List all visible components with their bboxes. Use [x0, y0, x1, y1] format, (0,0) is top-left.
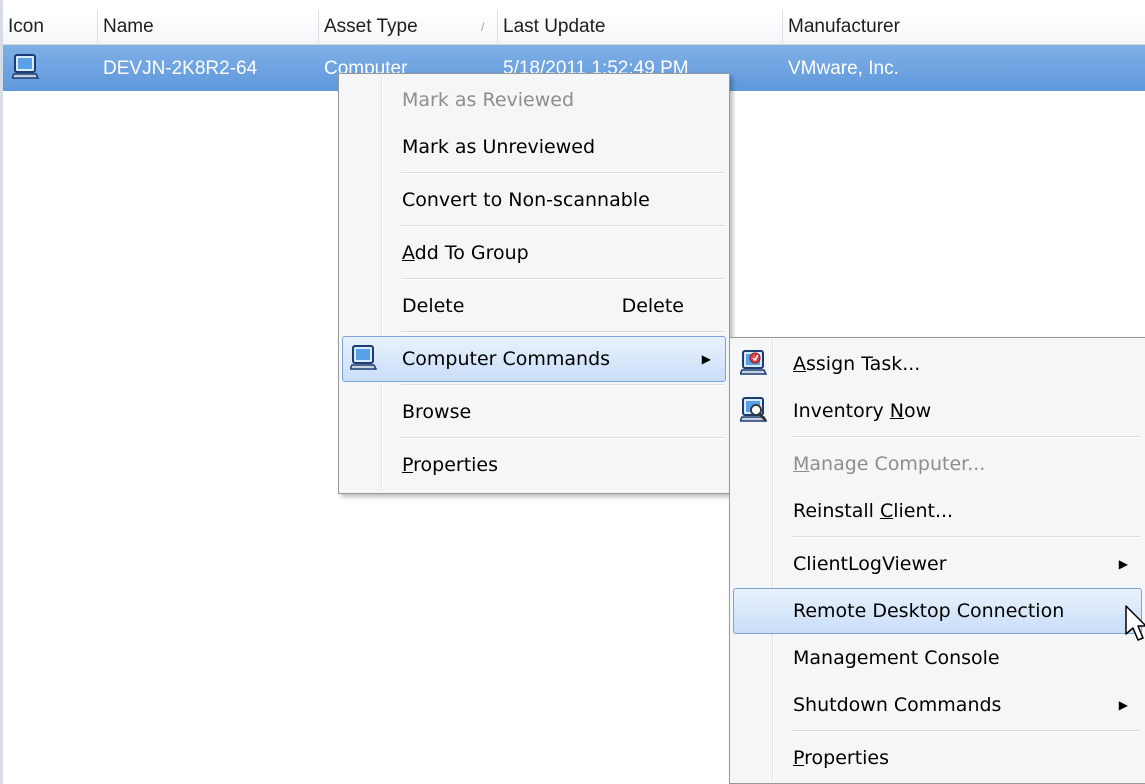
- menu-item-properties[interactable]: Properties: [342, 442, 726, 488]
- submenu-arrow-icon: ▶: [1118, 698, 1128, 712]
- menu-separator: [401, 437, 725, 439]
- column-header-last-update[interactable]: Last Update: [498, 10, 783, 45]
- menu-item-label: Computer Commands: [402, 348, 611, 370]
- menu-item-remote-desktop-connection[interactable]: Remote Desktop Connection: [733, 588, 1142, 634]
- mnemonic-letter: P: [793, 747, 805, 769]
- menu-item-properties[interactable]: Properties: [733, 735, 1142, 781]
- menu-item-add-to-group[interactable]: Add To Group: [342, 230, 726, 276]
- computer-icon: [350, 345, 378, 370]
- menu-item-label: Properties: [793, 747, 890, 769]
- menu-item-delete[interactable]: Delete Delete: [342, 283, 726, 329]
- menu-item-computer-commands[interactable]: Computer Commands ▶: [342, 336, 726, 382]
- menu-item-shortcut: Delete: [621, 295, 684, 317]
- column-header-icon[interactable]: Icon: [3, 10, 98, 45]
- menu-separator: [401, 331, 725, 333]
- menu-item-label: Browse: [402, 401, 472, 423]
- mouse-pointer-icon: [1125, 605, 1145, 641]
- submenu-arrow-icon: ▶: [1118, 557, 1128, 571]
- menu-separator: [401, 278, 725, 280]
- mnemonic-letter: P: [402, 454, 414, 476]
- menu-item-label: Properties: [402, 454, 499, 476]
- menu-item-mark-as-unreviewed[interactable]: Mark as Unreviewed: [342, 124, 726, 170]
- computer-icon: [12, 54, 40, 79]
- menu-item-label: ClientLogViewer: [793, 553, 947, 575]
- menu-item-assign-task[interactable]: Assign Task...: [733, 341, 1142, 387]
- menu-separator: [401, 172, 725, 174]
- menu-separator: [401, 225, 725, 227]
- assign-task-icon: [740, 350, 768, 375]
- menu-item-convert-to-non-scannable[interactable]: Convert to Non-scannable: [342, 177, 726, 223]
- menu-item-inventory-now[interactable]: Inventory Now: [733, 388, 1142, 434]
- menu-item-label: Reinstall Client...: [793, 500, 954, 522]
- menu-separator: [792, 730, 1141, 732]
- column-header-manufacturer[interactable]: Manufacturer: [783, 10, 1145, 45]
- menu-separator: [792, 536, 1141, 538]
- cell-manufacturer: VMware, Inc.: [788, 58, 899, 79]
- sort-indicator-icon: /: [481, 20, 485, 34]
- column-header-label: Icon: [8, 16, 44, 37]
- menu-item-management-console[interactable]: Management Console: [733, 635, 1142, 681]
- menu-item-mark-as-reviewed[interactable]: Mark as Reviewed: [342, 77, 726, 123]
- submenu-arrow-icon: ▶: [701, 352, 711, 366]
- menu-item-label: Add To Group: [402, 242, 529, 264]
- context-menu: Mark as Reviewed Mark as Unreviewed Conv…: [338, 73, 730, 494]
- mnemonic-letter: N: [889, 400, 905, 422]
- inventory-now-icon: [740, 397, 768, 422]
- menu-item-label: Remote Desktop Connection: [793, 600, 1065, 622]
- column-header-name[interactable]: Name: [98, 10, 319, 45]
- column-header-label: Name: [103, 16, 154, 37]
- menu-item-label: Delete: [402, 295, 465, 317]
- menu-item-label: Inventory Now: [793, 400, 932, 422]
- menu-item-label: Manage Computer...: [793, 453, 986, 475]
- menu-item-label: Assign Task...: [793, 353, 921, 375]
- menu-item-reinstall-client[interactable]: Reinstall Client...: [733, 488, 1142, 534]
- menu-item-manage-computer[interactable]: Manage Computer...: [733, 441, 1142, 487]
- menu-item-label: Shutdown Commands: [793, 694, 1002, 716]
- list-view-border: [0, 0, 3, 784]
- menu-separator: [401, 384, 725, 386]
- mnemonic-letter: A: [793, 353, 806, 375]
- menu-item-label: Mark as Reviewed: [402, 89, 575, 111]
- menu-item-browse[interactable]: Browse: [342, 389, 726, 435]
- column-header-label: Manufacturer: [788, 16, 900, 37]
- menu-separator: [792, 436, 1141, 438]
- menu-item-label: Mark as Unreviewed: [402, 136, 596, 158]
- mnemonic-letter: M: [793, 453, 810, 475]
- column-header-row: Icon Name Asset Type / Last Update Manuf…: [3, 10, 1145, 45]
- mnemonic-letter: A: [402, 242, 415, 264]
- column-header-label: Last Update: [503, 16, 606, 37]
- menu-item-clientlogviewer[interactable]: ClientLogViewer ▶: [733, 541, 1142, 587]
- mnemonic-letter: C: [879, 500, 894, 522]
- column-header-label: Asset Type: [324, 16, 418, 37]
- menu-item-shutdown-commands[interactable]: Shutdown Commands ▶: [733, 682, 1142, 728]
- menu-item-label: Management Console: [793, 647, 1000, 669]
- column-header-asset-type[interactable]: Asset Type: [319, 10, 498, 45]
- menu-item-label: Convert to Non-scannable: [402, 189, 650, 211]
- computer-commands-submenu: Assign Task... Inventory Now Manage Comp…: [729, 337, 1145, 784]
- cell-name: DEVJN-2K8R2-64: [103, 58, 258, 79]
